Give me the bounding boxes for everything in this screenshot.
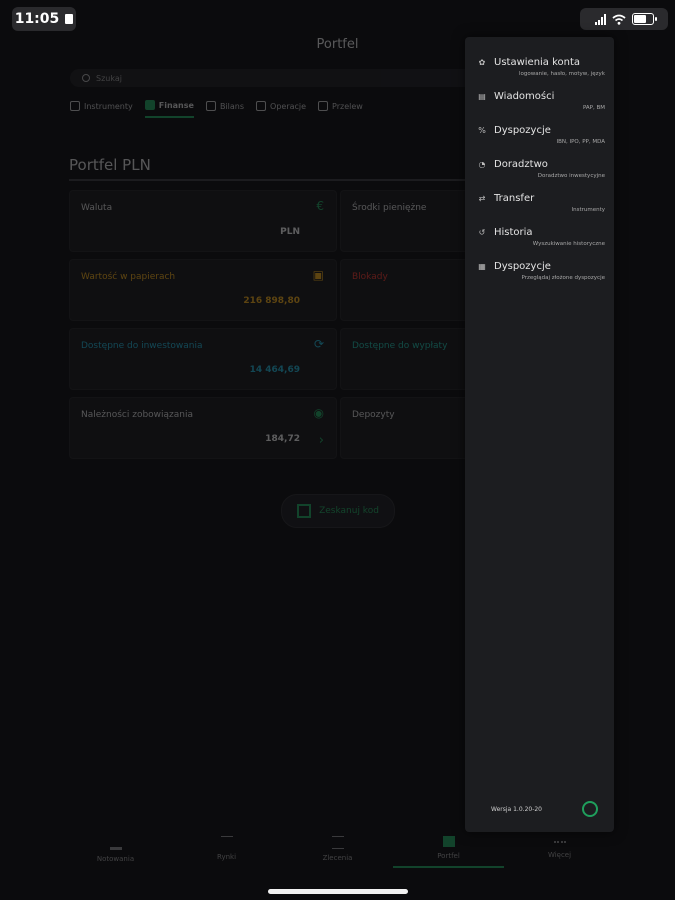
card-label: Dostępne do inwestowania <box>81 341 203 351</box>
tab-label: Instrumenty <box>84 101 133 111</box>
card-waluta: Waluta € PLN <box>69 190 337 252</box>
transfer-icon: ⇄ <box>478 194 486 203</box>
menu-item-label: Transfer <box>494 193 535 204</box>
bottom-nav: Notowania Rynki Zlecenia Portfel Więcej <box>60 832 615 868</box>
transfer-icon <box>318 101 329 111</box>
scan-code-label: Zeskanuj kod <box>319 506 379 516</box>
card-label: Waluta <box>81 203 113 213</box>
card-label: Depozyty <box>352 410 395 420</box>
menu-item-dyspozycje-przeglad[interactable]: ▦ Dyspozycje Przeglądaj złożone dyspozycj… <box>477 261 605 281</box>
card-dostepne-inwestowanie: Dostępne do inwestowania ⟳ 14 464,69 <box>69 328 337 390</box>
home-indicator[interactable] <box>268 889 408 894</box>
menu-item-label: Ustawienia konta <box>494 57 581 68</box>
nav-label: Zlecenia <box>322 854 353 862</box>
document-icon: ▦ <box>478 262 486 271</box>
gear-icon: ✿ <box>478 58 486 67</box>
refresh-icon: ⟳ <box>313 337 324 351</box>
menu-item-transfer[interactable]: ⇄ Transfer Instrumenty <box>477 193 605 213</box>
euro-icon: € <box>316 199 324 213</box>
advice-icon: ◔ <box>478 160 486 169</box>
menu-item-doradztwo[interactable]: ◔ Doradztwo Doradztwo inwestycyjne <box>477 159 606 179</box>
app-logo-icon[interactable] <box>582 801 598 817</box>
history-icon: ↺ <box>478 228 486 237</box>
qr-code-icon <box>297 504 312 518</box>
bag-icon <box>144 100 155 110</box>
nav-rynki[interactable]: Rynki <box>171 832 282 868</box>
chevron-right-icon: › <box>318 433 324 448</box>
menu-item-label: Dyspozycje <box>494 261 551 272</box>
menu-item-ustawienia-konta[interactable]: ✿ Ustawienia konta logowanie, hasło, moty… <box>477 57 605 77</box>
tab-label: Przelew <box>332 101 363 111</box>
nav-label: Więcej <box>547 851 572 859</box>
menu-item-sub: Instrumenty <box>571 207 605 213</box>
tab-instrumenty[interactable]: Instrumenty <box>70 100 133 118</box>
menu-item-dyspozycje[interactable]: % Dyspozycje IBN, IPO, PP, MDA <box>477 125 605 145</box>
card-value: 216 898,80 <box>243 296 300 306</box>
tab-operacje[interactable]: Operacje <box>256 100 306 118</box>
card-naleznosci[interactable]: Należności zobowiązania ◉ 184,72 › <box>69 397 337 459</box>
tab-label: Finanse <box>158 100 194 110</box>
card-wartosc: Wartość w papierach ▣ 216 898,80 <box>69 259 337 321</box>
menu-item-sub: Przeglądaj złożone dyspozycje <box>521 275 605 281</box>
chart-bars-icon <box>109 836 122 850</box>
nav-label: Portfel <box>437 852 460 860</box>
coins-icon: ◉ <box>313 406 324 420</box>
menu-item-sub: logowanie, hasło, motyw, język <box>518 71 605 77</box>
menu-item-historia[interactable]: ↺ Historia Wyszukiwanie historyczne <box>477 227 605 247</box>
card-value: 14 464,69 <box>249 365 300 375</box>
tab-bar: Instrumenty Finanse Bilans Operacje Prze… <box>70 100 363 118</box>
card-label: Należności zobowiązania <box>81 410 194 420</box>
search-placeholder: Szukaj <box>96 73 122 83</box>
nav-portfel[interactable]: Portfel <box>393 832 504 868</box>
wallet-icon: ▣ <box>312 268 324 282</box>
news-icon: ▤ <box>478 92 486 101</box>
section-divider <box>69 179 469 181</box>
menu-item-sub: PAP, BM <box>582 105 605 111</box>
card-label: Blokady <box>352 272 388 282</box>
nav-label: Rynki <box>216 853 237 861</box>
tab-label: Bilans <box>219 101 245 111</box>
tab-label: Operacje <box>270 101 307 111</box>
tab-bilans[interactable]: Bilans <box>205 100 245 118</box>
card-label: Wartość w papierach <box>81 272 176 282</box>
tab-przelew[interactable]: Przelew <box>318 100 363 118</box>
menu-item-label: Wiadomości <box>494 91 555 102</box>
nav-notowania[interactable]: Notowania <box>60 832 171 868</box>
wallet-icon <box>442 836 455 847</box>
app-version: Wersja 1.0.20-20 <box>491 806 542 813</box>
swap-icon <box>331 836 344 849</box>
card-value: PLN <box>280 227 300 237</box>
menu-item-sub: Doradztwo inwestycyjne <box>537 173 605 179</box>
menu-item-sub: Wyszukiwanie historyczne <box>532 241 605 247</box>
menu-item-label: Historia <box>494 227 533 238</box>
bars-icon <box>205 101 216 111</box>
menu-item-label: Dyspozycje <box>494 125 551 136</box>
menu-item-wiadomosci[interactable]: ▤ Wiadomości PAP, BM <box>477 91 605 111</box>
more-dots-icon <box>553 841 566 846</box>
tab-finanse[interactable]: Finanse <box>144 100 194 118</box>
search-icon <box>82 74 90 82</box>
percent-icon: % <box>478 126 486 135</box>
card-value: 184,72 <box>265 434 300 444</box>
search-input[interactable]: Szukaj <box>70 69 502 87</box>
menu-item-sub: IBN, IPO, PP, MDA <box>556 139 605 145</box>
pie-icon <box>256 101 267 111</box>
card-label: Środki pieniężne <box>352 203 427 213</box>
menu-item-label: Doradztwo <box>494 159 548 170</box>
card-label: Dostępne do wypłaty <box>352 341 448 351</box>
scan-code-button[interactable]: Zeskanuj kod <box>281 494 395 528</box>
nav-label: Notowania <box>96 855 135 863</box>
pulse-icon <box>220 836 233 848</box>
nav-zlecenia[interactable]: Zlecenia <box>282 832 393 868</box>
document-icon <box>70 101 80 111</box>
nav-wiecej[interactable]: Więcej <box>504 832 615 868</box>
more-menu-panel: ✿ Ustawienia konta logowanie, hasło, moty… <box>465 37 614 832</box>
section-title: Portfel PLN <box>69 156 151 174</box>
